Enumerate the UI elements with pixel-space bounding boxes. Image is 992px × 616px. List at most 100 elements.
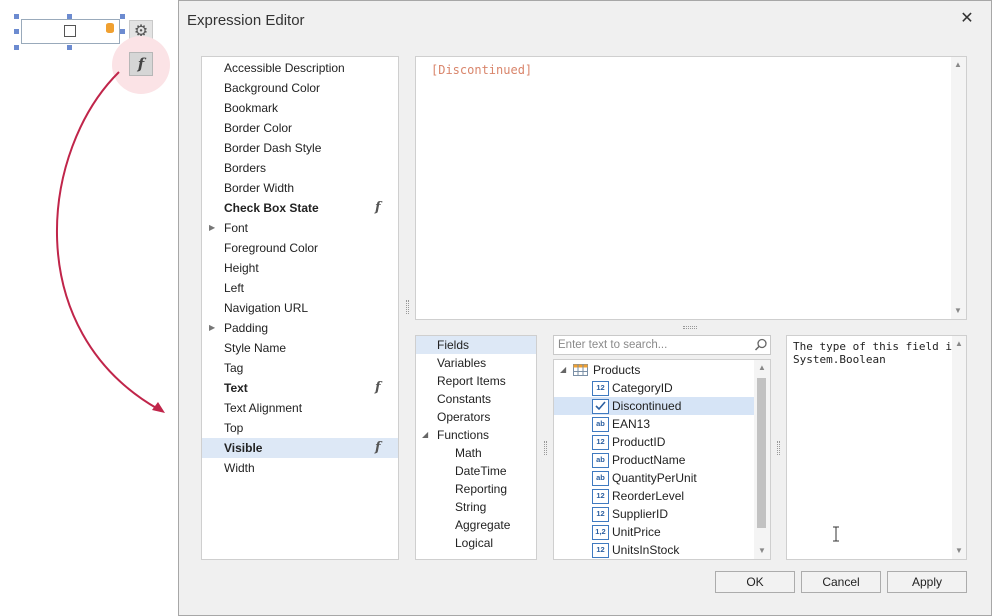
property-label: Height — [224, 261, 259, 275]
fields-tree: ◢ Products 12 CategoryID Discontinued ab EAN… — [553, 359, 771, 560]
property-item[interactable]: Border Color — [202, 118, 398, 138]
property-item[interactable]: Tag — [202, 358, 398, 378]
field-item[interactable]: 12 ProductID — [554, 433, 754, 451]
field-item[interactable]: 12 ReorderLevel — [554, 487, 754, 505]
field-item[interactable]: 12 SupplierID — [554, 505, 754, 523]
field-item[interactable]: Discontinued — [554, 397, 754, 415]
field-item[interactable]: ab ProductName — [554, 451, 754, 469]
property-item[interactable]: Navigation URL — [202, 298, 398, 318]
string-field-icon: ab — [592, 453, 609, 468]
scroll-down-icon[interactable]: ▼ — [755, 545, 769, 557]
property-label: Accessible Description — [224, 61, 345, 75]
horizontal-splitter[interactable] — [683, 326, 697, 329]
property-item[interactable]: Accessible Description — [202, 58, 398, 78]
field-label: UnitsInStock — [612, 543, 680, 557]
search-icon[interactable] — [754, 338, 768, 352]
category-label: Constants — [437, 392, 492, 406]
ok-button[interactable]: OK — [715, 571, 795, 593]
property-item[interactable]: ▶ Font — [202, 218, 398, 238]
property-item[interactable]: Foreground Color — [202, 238, 398, 258]
property-item[interactable]: Border Width — [202, 178, 398, 198]
scroll-up-icon[interactable]: ▲ — [952, 338, 966, 350]
description-scrollbar[interactable]: ▲ ▼ — [952, 336, 966, 559]
scroll-down-icon[interactable]: ▼ — [951, 305, 965, 317]
property-item[interactable]: Check Box State f — [202, 198, 398, 218]
number-field-icon: 12 — [592, 435, 609, 450]
category-item[interactable]: DateTime — [416, 462, 536, 480]
search-placeholder: Enter text to search... — [558, 339, 668, 351]
category-item[interactable]: Logical — [416, 534, 536, 552]
close-button[interactable]: ✕ — [957, 9, 977, 29]
expression-text[interactable]: [Discontinued] — [431, 63, 532, 77]
property-item[interactable]: ▶ Padding — [202, 318, 398, 338]
text-cursor-icon — [833, 526, 839, 542]
category-tree: Fields Variables Report Items Constants Oper… — [415, 335, 537, 560]
category-item[interactable]: Constants — [416, 390, 536, 408]
category-item[interactable]: Reporting — [416, 480, 536, 498]
property-label: Foreground Color — [224, 241, 319, 255]
category-item[interactable]: Aggregate — [416, 516, 536, 534]
category-label: Logical — [455, 536, 494, 550]
property-item[interactable]: Height — [202, 258, 398, 278]
tree-node-label: Products — [593, 363, 641, 377]
close-icon: ✕ — [960, 10, 974, 27]
tree-node-products[interactable]: ◢ Products — [554, 361, 754, 379]
property-label: Style Name — [224, 341, 287, 355]
cancel-button[interactable]: Cancel — [801, 571, 881, 593]
property-item[interactable]: Text f — [202, 378, 398, 398]
property-item[interactable]: Bookmark — [202, 98, 398, 118]
category-item[interactable]: Fields — [416, 336, 536, 354]
category-item[interactable]: Math — [416, 444, 536, 462]
property-item[interactable]: Style Name — [202, 338, 398, 358]
category-item[interactable]: String — [416, 498, 536, 516]
function-icon: f — [375, 380, 381, 395]
category-label: Aggregate — [455, 518, 511, 532]
scroll-up-icon[interactable]: ▲ — [755, 362, 769, 374]
field-item[interactable]: ab EAN13 — [554, 415, 754, 433]
expanded-arrow-icon[interactable]: ◢ — [422, 426, 428, 444]
property-label: Text — [224, 381, 248, 395]
field-item[interactable]: 1,2 UnitPrice — [554, 523, 754, 541]
property-item[interactable]: Borders — [202, 158, 398, 178]
category-item[interactable]: ◢ Functions — [416, 426, 536, 444]
property-item[interactable]: Left — [202, 278, 398, 298]
field-label: ReorderLevel — [612, 489, 685, 503]
property-item[interactable]: Text Alignment — [202, 398, 398, 418]
expand-arrow-icon[interactable]: ▶ — [209, 218, 215, 238]
vertical-splitter[interactable] — [544, 441, 547, 455]
scroll-down-icon[interactable]: ▼ — [952, 545, 966, 557]
property-label: Navigation URL — [224, 301, 309, 315]
expanded-arrow-icon[interactable]: ◢ — [560, 361, 566, 379]
category-label: Operators — [437, 410, 491, 424]
apply-button[interactable]: Apply — [887, 571, 967, 593]
field-item[interactable]: ab QuantityPerUnit — [554, 469, 754, 487]
category-item[interactable]: Report Items — [416, 372, 536, 390]
vertical-splitter[interactable] — [406, 300, 409, 314]
expression-input[interactable]: [Discontinued] ▲ ▼ — [415, 56, 967, 320]
vertical-splitter[interactable] — [777, 441, 780, 455]
scroll-thumb[interactable] — [757, 378, 766, 528]
category-item[interactable]: Operators — [416, 408, 536, 426]
field-item[interactable]: 12 UnitsInStock — [554, 541, 754, 559]
property-item[interactable]: Top — [202, 418, 398, 438]
property-item[interactable]: Border Dash Style — [202, 138, 398, 158]
property-label: Border Color — [224, 121, 293, 135]
expression-scrollbar[interactable]: ▲ ▼ — [951, 57, 966, 319]
expand-arrow-icon[interactable]: ▶ — [209, 318, 215, 338]
property-label: Bookmark — [224, 101, 279, 115]
property-item[interactable]: Background Color — [202, 78, 398, 98]
category-item[interactable]: Variables — [416, 354, 536, 372]
property-item[interactable]: Visible f — [202, 438, 398, 458]
scroll-up-icon[interactable]: ▲ — [951, 59, 965, 71]
description-panel: The type of this field is: System.Boolea… — [786, 335, 967, 560]
field-label: EAN13 — [612, 417, 651, 431]
callout-arrow — [56, 71, 165, 413]
search-input[interactable]: Enter text to search... — [553, 335, 771, 355]
category-label: DateTime — [455, 464, 507, 478]
field-label: SupplierID — [612, 507, 669, 521]
property-label: Border Width — [224, 181, 295, 195]
fields-scrollbar[interactable]: ▲ ▼ — [754, 360, 770, 559]
string-field-icon: ab — [592, 417, 609, 432]
property-item[interactable]: Width — [202, 458, 398, 478]
field-item[interactable]: 12 CategoryID — [554, 379, 754, 397]
